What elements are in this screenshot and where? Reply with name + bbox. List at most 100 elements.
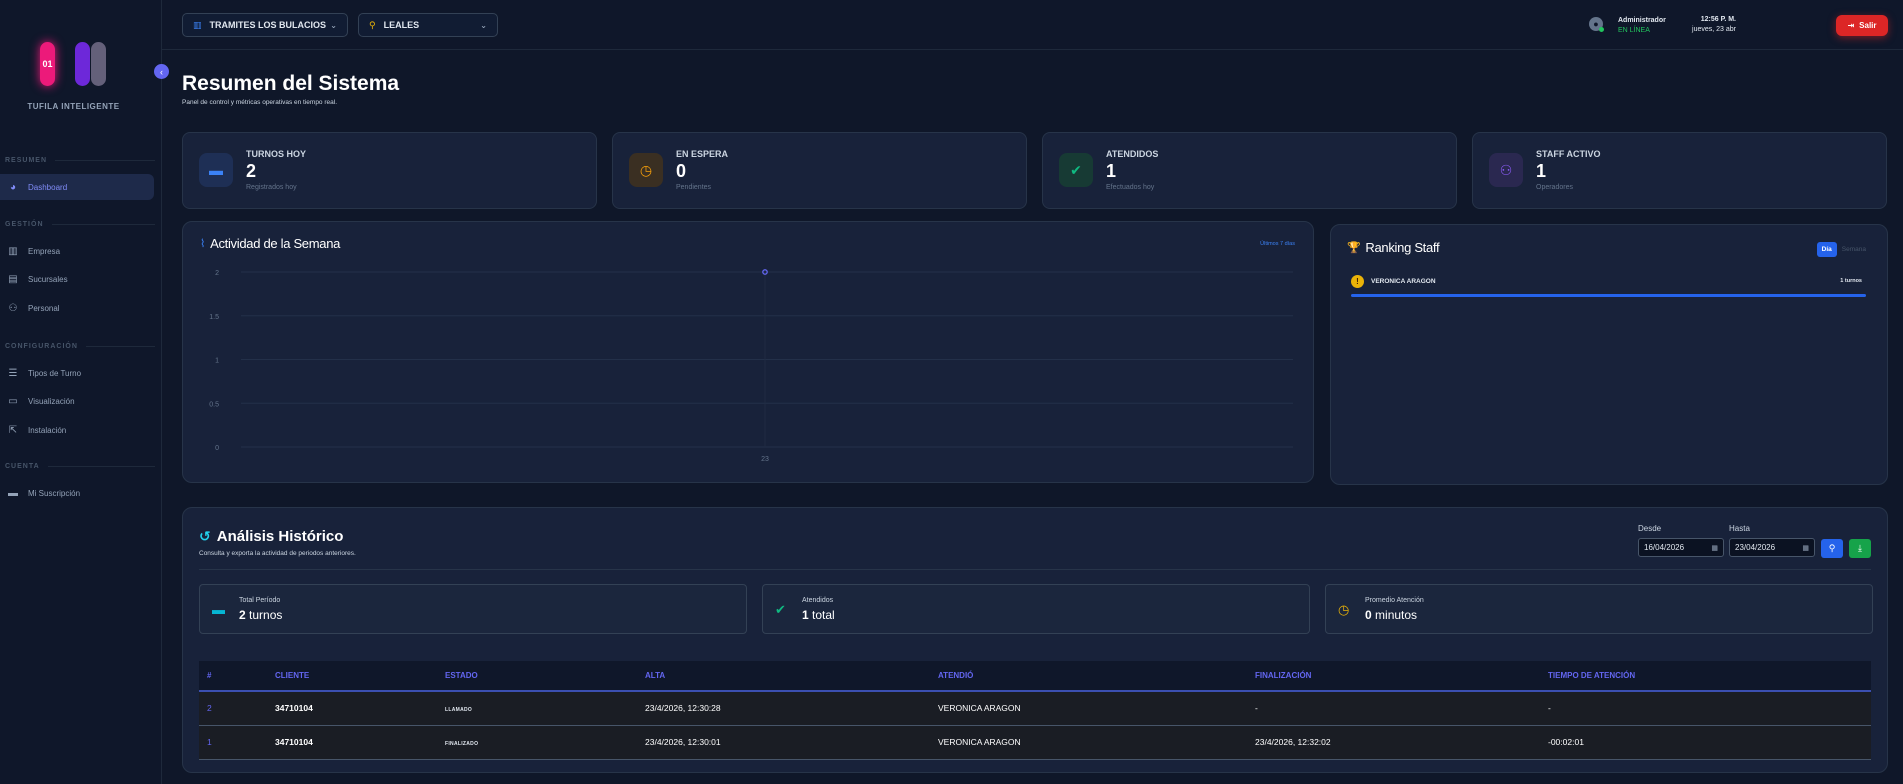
- cell-finalization: 23/4/2026, 12:32:02: [1247, 725, 1540, 760]
- store-icon: ▤: [8, 273, 18, 285]
- kpi-label: TURNOS HOY: [246, 149, 307, 159]
- y-tick-label: 0.5: [209, 401, 219, 408]
- cell-alta: 23/4/2026, 12:30:01: [637, 725, 930, 760]
- logout-button[interactable]: ⇥ Salir: [1836, 15, 1888, 36]
- user-info: Administrador EN LÍNEA: [1618, 16, 1666, 36]
- cell-status: FINALIZADO: [437, 725, 637, 760]
- sidebar-item-personal[interactable]: ⚇ Personal: [0, 295, 154, 321]
- download-button[interactable]: ⤓: [1849, 539, 1871, 558]
- map-pin-icon: ⚲: [369, 19, 376, 30]
- collapse-sidebar-button[interactable]: ‹: [154, 64, 169, 79]
- column-header: ALTA: [637, 661, 930, 692]
- y-tick-label: 1.5: [209, 314, 219, 321]
- stat-value: 1 total: [802, 608, 835, 622]
- chevron-down-icon: ⌄: [330, 20, 337, 30]
- brand-logo[interactable]: 01: [40, 42, 106, 86]
- avatar[interactable]: ●: [1589, 17, 1604, 32]
- history-table: # CLIENTE ESTADO ALTA ATENDIÓ FINALIZACI…: [199, 661, 1871, 760]
- sidebar-item-tipos-turno[interactable]: ☰ Tipos de Turno: [0, 360, 154, 386]
- clock-time: 12:56 P. M.: [1700, 16, 1736, 23]
- online-indicator: [1599, 27, 1604, 32]
- rank-badge: !: [1351, 275, 1364, 288]
- sidebar: 01 TUFILA INTELIGENTE RESUMEN ◕ Dashboar…: [0, 0, 162, 784]
- logout-label: Salir: [1859, 21, 1877, 30]
- ranking-panel: 🏆 Ranking Staff Día Semana ! VERONICA AR…: [1330, 224, 1888, 485]
- sidebar-item-label: Empresa: [28, 246, 61, 256]
- y-tick-label: 0: [215, 445, 219, 452]
- brand-name: TUFILA INTELIGENTE: [27, 102, 120, 111]
- logout-icon: ⇥: [1847, 21, 1855, 30]
- sidebar-item-sucursales[interactable]: ▤ Sucursales: [0, 266, 154, 292]
- table-header-row: # CLIENTE ESTADO ALTA ATENDIÓ FINALIZACI…: [199, 661, 1871, 692]
- kpi-sub: Registrados hoy: [246, 184, 297, 191]
- chevron-left-icon: ‹: [160, 66, 163, 77]
- status-badge: LLAMADO: [445, 707, 473, 714]
- branch-select-value: LEALES: [383, 20, 420, 30]
- user-name: Administrador: [1618, 17, 1666, 24]
- external-link-icon: ⇱: [8, 424, 18, 436]
- kpi-label: STAFF ACTIVO: [1536, 149, 1601, 159]
- search-button[interactable]: ⚲: [1821, 539, 1843, 558]
- kpi-sub: Efectuados hoy: [1106, 184, 1155, 191]
- kpi-card-en-espera: ◷ EN ESPERA 0 Pendientes: [612, 132, 1027, 209]
- stat-promedio-atencion: ◷ Promedio Atención 0 minutos: [1325, 584, 1873, 634]
- from-date-input[interactable]: 16/04/2026 ▦: [1638, 538, 1724, 557]
- sidebar-item-dashboard[interactable]: ◕ Dashboard: [0, 174, 154, 200]
- cell-attended-by: VERONICA ARAGON: [930, 691, 1247, 726]
- sidebar-item-empresa[interactable]: ▥ Empresa: [0, 238, 154, 264]
- toggle-semana[interactable]: Semana: [1837, 242, 1871, 257]
- rank-progress-bar: [1351, 294, 1866, 297]
- sidebar-item-instalacion[interactable]: ⇱ Instalación: [0, 417, 154, 443]
- cell-attended-by: VERONICA ARAGON: [930, 725, 1247, 760]
- cell-finalization: -: [1247, 691, 1540, 726]
- trophy-icon: 🏆: [1347, 242, 1361, 254]
- sidebar-item-suscripcion[interactable]: ▬ Mi Suscripción: [0, 480, 154, 506]
- section-label-resumen: RESUMEN: [5, 157, 155, 164]
- calendar-icon: ▦: [1802, 544, 1809, 552]
- clock-date: jueves, 23 abr: [1692, 26, 1736, 33]
- table-row[interactable]: 1 34710104 FINALIZADO 23/4/2026, 12:30:0…: [199, 725, 1871, 760]
- sidebar-item-visualizacion[interactable]: ▭ Visualización: [0, 388, 154, 414]
- from-label: Desde: [1638, 524, 1662, 533]
- rank-name: VERONICA ARAGON: [1371, 278, 1436, 285]
- company-select[interactable]: ▥ TRAMITES LOS BULACIOS ⌄: [182, 13, 348, 37]
- section-label-gestion: GESTIÓN: [5, 221, 155, 228]
- ranking-title: 🏆 Ranking Staff: [1347, 240, 1440, 255]
- to-label: Hasta: [1729, 524, 1750, 533]
- sidebar-item-label: Mi Suscripción: [28, 488, 81, 498]
- column-header: TIEMPO DE ATENCIÓN: [1540, 661, 1871, 692]
- sidebar-item-label: Tipos de Turno: [28, 368, 82, 378]
- to-date-value: 23/04/2026: [1735, 543, 1776, 552]
- ticket-icon: ▬: [212, 602, 225, 617]
- search-icon: ⚲: [1828, 543, 1836, 553]
- y-tick-label: 1: [215, 358, 219, 365]
- activity-panel: ⌇ Actividad de la Semana Últimos 7 días …: [182, 221, 1314, 483]
- cell-attention-time: -: [1540, 691, 1871, 726]
- kpi-value: 1: [1536, 161, 1547, 181]
- cell-client: 34710104: [267, 725, 437, 760]
- logo-bar-tertiary: [91, 42, 106, 86]
- download-icon: ⤓: [1858, 543, 1862, 553]
- users-icon: ⚇: [1489, 153, 1523, 187]
- table-row[interactable]: 2 34710104 LLAMADO 23/4/2026, 12:30:28 V…: [199, 691, 1871, 726]
- column-header: FINALIZACIÓN: [1247, 661, 1540, 692]
- kpi-card-staff-activo: ⚇ STAFF ACTIVO 1 Operadores: [1472, 132, 1887, 209]
- kpi-label: EN ESPERA: [676, 149, 729, 159]
- calendar-icon: ▦: [1711, 544, 1718, 552]
- cell-alta: 23/4/2026, 12:30:28: [637, 691, 930, 726]
- stat-total-periodo: ▬ Total Período 2 turnos: [199, 584, 747, 634]
- toggle-dia[interactable]: Día: [1816, 242, 1837, 257]
- ranking-period-toggle: Día Semana: [1816, 242, 1871, 257]
- branch-select[interactable]: ⚲ LEALES ⌄: [358, 13, 498, 37]
- kpi-value: 2: [246, 161, 257, 181]
- section-label-configuracion: CONFIGURACIÓN: [5, 343, 155, 350]
- kpi-sub: Operadores: [1536, 184, 1573, 191]
- stat-label: Atendidos: [802, 597, 834, 604]
- to-date-input[interactable]: 23/04/2026 ▦: [1729, 538, 1815, 557]
- column-header: #: [199, 661, 267, 692]
- check-circle-icon: ✔: [1059, 153, 1093, 187]
- page-subtitle: Panel de control y métricas operativas e…: [182, 99, 337, 106]
- ranking-title-text: Ranking Staff: [1365, 240, 1440, 255]
- section-label-cuenta: CUENTA: [5, 463, 155, 470]
- user-icon: ●: [1593, 19, 1599, 29]
